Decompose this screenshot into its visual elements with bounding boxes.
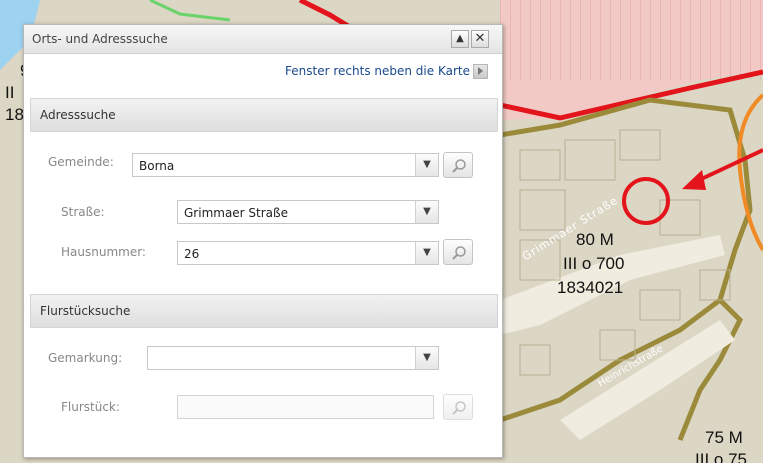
chevron-down-icon[interactable]: ▼ (415, 242, 438, 264)
magnifier-icon (452, 159, 466, 173)
gemeinde-value: Borna (139, 159, 175, 173)
flurstueck-input[interactable] (177, 395, 434, 419)
parcel-code-text: III o 75 (695, 450, 747, 463)
gemeinde-select[interactable]: Borna ▼ (132, 153, 439, 177)
magnifier-icon (452, 401, 466, 415)
window-title: Orts- und Adresssuche (32, 32, 168, 46)
chevron-down-icon[interactable]: ▼ (415, 154, 438, 176)
parcel-number-text: 1834021 (557, 278, 624, 297)
flurstueck-label: Flurstück: (61, 400, 120, 414)
strasse-select[interactable]: Grimmaer Straße ▼ (177, 200, 439, 224)
close-icon: ✕ (474, 31, 486, 46)
magnifier-icon (452, 246, 466, 260)
address-search-button[interactable] (443, 239, 473, 265)
strasse-value: Grimmaer Straße (184, 206, 288, 220)
window-titlebar[interactable]: Orts- und Adresssuche ▲ ✕ (24, 25, 502, 54)
gemarkung-label: Gemarkung: (48, 351, 123, 365)
dock-link-row: Fenster rechts neben die Karte (24, 54, 502, 87)
close-button[interactable]: ✕ (471, 30, 489, 48)
dock-right-link[interactable]: Fenster rechts neben die Karte (285, 64, 470, 78)
hausnummer-select[interactable]: 26 ▼ (177, 241, 439, 265)
chevron-down-icon[interactable]: ▼ (415, 201, 438, 223)
address-search-heading: Adresssuche (40, 108, 116, 122)
location-search-window: Orts- und Adresssuche ▲ ✕ Fenster rechts… (23, 24, 503, 458)
chevron-down-icon[interactable]: ▼ (415, 347, 438, 369)
parcel-label-main: 80 M III o 700 1834021 (557, 228, 624, 300)
parcel-search-button[interactable] (443, 394, 473, 420)
parcel-search-header[interactable]: Flurstücksuche (30, 294, 498, 328)
address-search-header[interactable]: Adresssuche (30, 98, 498, 132)
parcel-label-bottom: 75 M III o 75 (695, 427, 747, 463)
gemeinde-search-button[interactable] (443, 152, 473, 178)
gemarkung-select[interactable]: ▼ (147, 346, 439, 370)
collapse-button[interactable]: ▲ (451, 30, 469, 48)
strasse-label: Straße: (61, 205, 105, 219)
gemeinde-label: Gemeinde: (48, 155, 114, 169)
parcel-area-text: 75 M (705, 428, 743, 447)
triangle-up-icon: ▲ (456, 33, 464, 44)
hausnummer-label: Hausnummer: (61, 245, 146, 259)
hausnummer-value: 26 (184, 247, 200, 261)
arrow-right-icon[interactable] (473, 64, 488, 79)
parcel-code-text: III o 700 (563, 254, 625, 273)
parcel-search-heading: Flurstücksuche (40, 304, 131, 318)
